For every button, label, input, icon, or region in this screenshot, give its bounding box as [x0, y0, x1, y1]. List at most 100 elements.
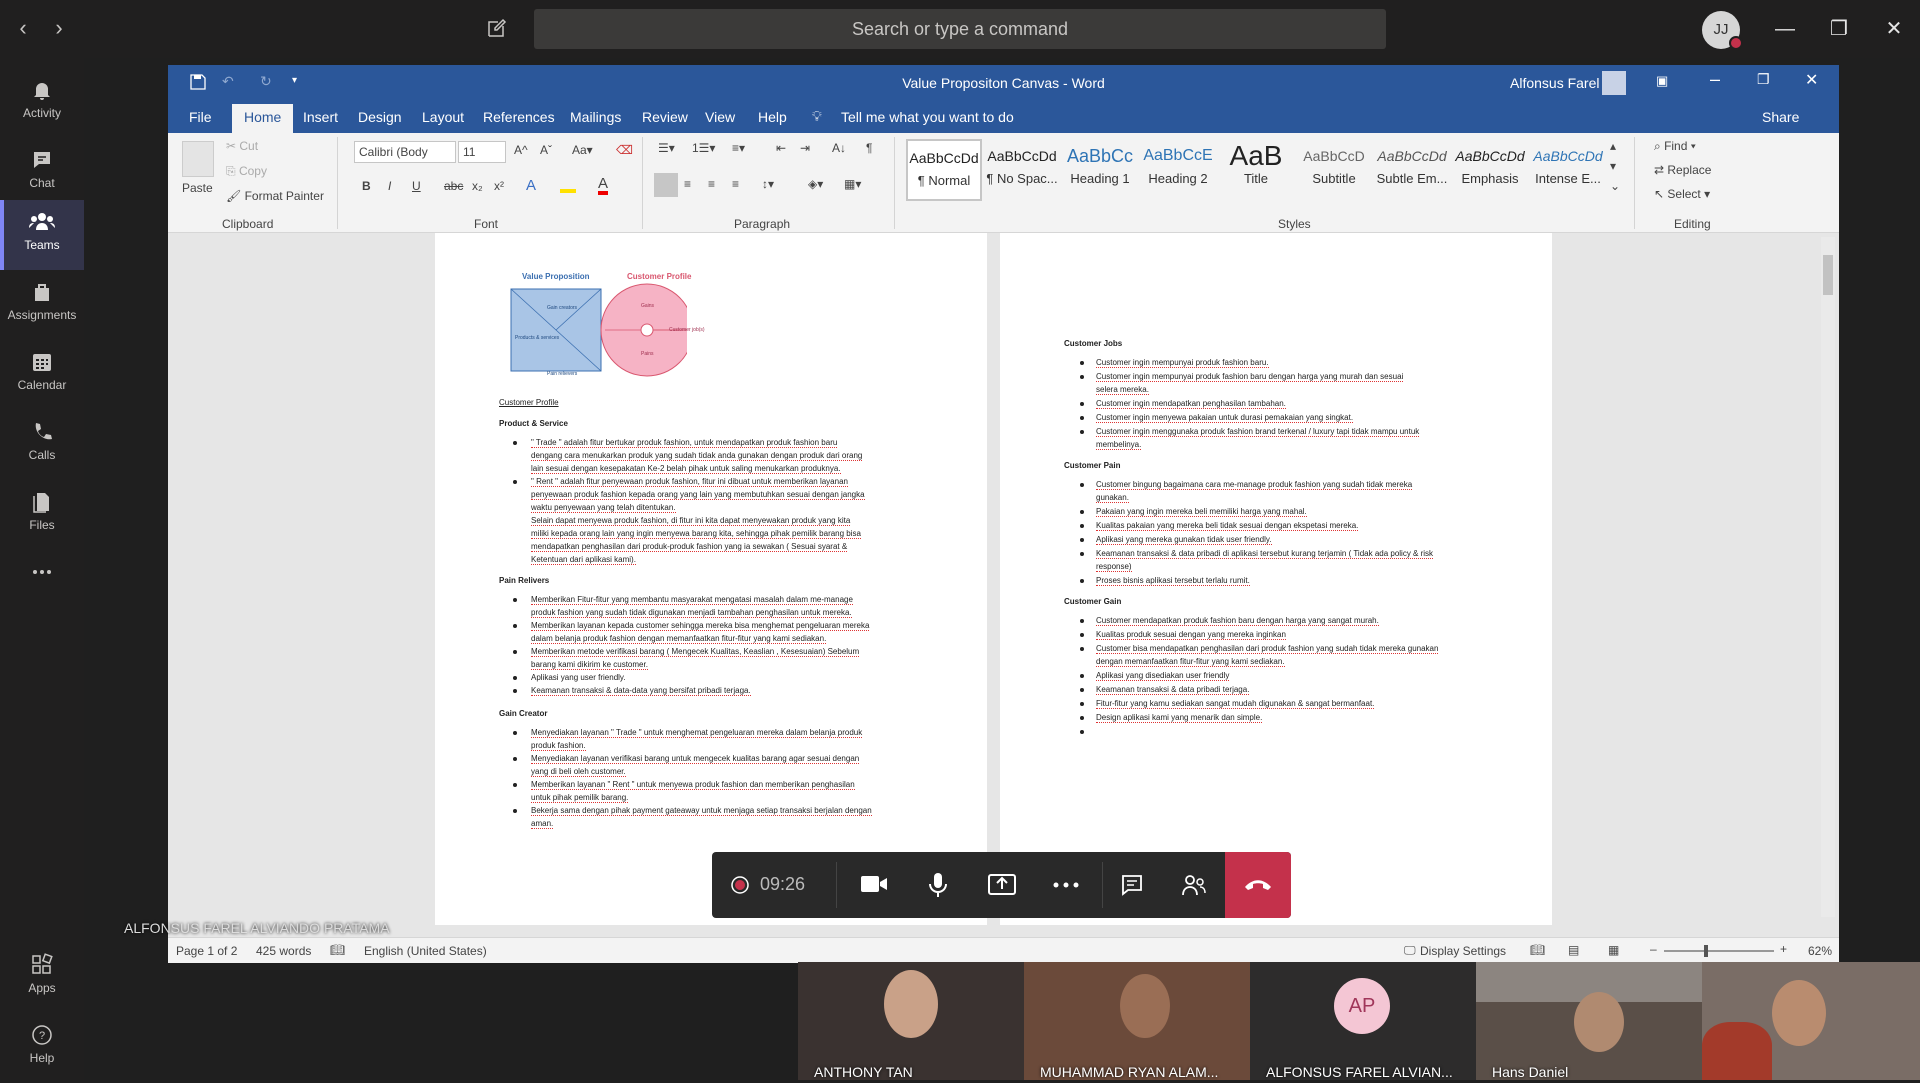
style-subtle-emphasis[interactable]: AaBbCcDd Subtle Em... — [1374, 139, 1450, 201]
minimize-icon[interactable]: – — [1710, 69, 1720, 90]
styles-scroll-down-icon[interactable]: ▾ — [1610, 159, 1616, 173]
tab-insert[interactable]: Insert — [303, 109, 338, 125]
paste-icon[interactable] — [182, 141, 214, 177]
share-screen-button[interactable] — [970, 852, 1034, 918]
tab-mailings[interactable]: Mailings — [570, 109, 621, 125]
proofing-icon[interactable]: 📖︎ — [330, 943, 345, 957]
participant-tile[interactable] — [1702, 962, 1920, 1080]
rail-item-calls[interactable]: Calls — [0, 410, 84, 480]
find-button[interactable]: ⌕ Find ▾ — [1654, 139, 1696, 154]
rail-item-teams[interactable]: Teams — [0, 200, 84, 270]
page-2[interactable]: Customer Jobs Customer ingin mempunyai p… — [1000, 233, 1552, 925]
display-settings[interactable]: Display Settings — [1420, 944, 1506, 958]
borders-icon[interactable]: ▦▾ — [844, 177, 861, 191]
zoom-level[interactable]: 62% — [1808, 944, 1832, 958]
style-intense-emphasis[interactable]: AaBbCcDd Intense E... — [1530, 139, 1606, 201]
tab-review[interactable]: Review — [642, 109, 688, 125]
language[interactable]: English (United States) — [364, 944, 487, 958]
more-actions-button[interactable] — [1034, 852, 1098, 918]
subscript-icon[interactable]: x₂ — [472, 179, 483, 193]
show-conversation-button[interactable] — [1100, 852, 1164, 918]
style-emphasis[interactable]: AaBbCcDd Emphasis — [1452, 139, 1528, 201]
user-avatar-icon[interactable] — [1602, 71, 1626, 95]
text-effects-icon[interactable]: A — [526, 177, 536, 194]
search-input[interactable]: Search or type a command — [534, 9, 1386, 49]
hang-up-button[interactable] — [1225, 852, 1291, 918]
style-no-spacing[interactable]: AaBbCcDd ¶ No Spac... — [984, 139, 1060, 201]
multilevel-list-icon[interactable]: ≡▾ — [732, 141, 745, 155]
web-layout-icon[interactable]: ▦ — [1608, 943, 1619, 957]
italic-icon[interactable]: I — [388, 179, 391, 193]
compose-icon[interactable] — [486, 17, 508, 39]
vertical-scrollbar[interactable] — [1821, 237, 1835, 917]
word-count[interactable]: 425 words — [256, 944, 311, 958]
participant-tile[interactable]: Hans Daniel — [1476, 962, 1702, 1080]
copy-button[interactable]: ⎘ Copy — [226, 164, 267, 179]
close-icon[interactable]: ✕ — [1877, 14, 1911, 44]
style-subtitle[interactable]: AaBbCcD Subtitle — [1296, 139, 1372, 201]
rail-item-help[interactable]: ? Help — [0, 1013, 84, 1083]
increase-indent-icon[interactable]: ⇥ — [800, 141, 810, 155]
styles-scroll-up-icon[interactable]: ▴ — [1610, 139, 1616, 153]
shading-icon[interactable]: ◈▾ — [808, 177, 823, 191]
tab-references[interactable]: References — [483, 109, 555, 125]
clear-formatting-icon[interactable]: ⌫ — [616, 143, 633, 157]
font-color-icon[interactable]: A — [598, 176, 609, 195]
bullets-icon[interactable]: ☰▾ — [658, 141, 675, 155]
rail-item-files[interactable]: Files — [0, 480, 84, 550]
ribbon-display-icon[interactable]: ▣ — [1656, 73, 1668, 89]
decrease-indent-icon[interactable]: ⇤ — [776, 141, 786, 155]
numbering-icon[interactable]: 1☰▾ — [692, 141, 715, 155]
close-icon[interactable]: ✕ — [1805, 70, 1818, 90]
styles-more-icon[interactable]: ⌄ — [1610, 179, 1620, 193]
shrink-font-icon[interactable]: Aˇ — [540, 143, 552, 157]
participant-tile[interactable]: ANTHONY TAN — [798, 962, 1024, 1080]
page-count[interactable]: Page 1 of 2 — [176, 944, 237, 958]
zoom-in-icon[interactable]: + — [1780, 942, 1787, 956]
rail-item-apps[interactable]: Apps — [0, 943, 84, 1013]
style-title[interactable]: AaB Title — [1218, 139, 1294, 201]
participant-tile[interactable]: AP ALFONSUS FAREL ALVIAN... — [1250, 962, 1476, 1080]
tab-layout[interactable]: Layout — [422, 109, 464, 125]
format-painter-button[interactable]: 🖌︎ Format Painter — [226, 189, 324, 203]
zoom-slider-thumb[interactable] — [1704, 945, 1708, 957]
display-settings-icon[interactable]: 🖵︎ — [1404, 943, 1416, 958]
bold-icon[interactable]: B — [362, 179, 371, 193]
strikethrough-icon[interactable]: abc — [444, 179, 463, 193]
font-name-select[interactable]: Calibri (Body — [354, 141, 456, 163]
align-center-icon[interactable]: ≡ — [684, 177, 691, 191]
rail-item-activity[interactable]: Activity — [0, 68, 84, 138]
grow-font-icon[interactable]: A^ — [514, 143, 528, 157]
rail-item-calendar[interactable]: Calendar — [0, 340, 84, 410]
highlight-icon[interactable] — [560, 179, 576, 193]
mic-button[interactable] — [906, 852, 970, 918]
show-participants-button[interactable] — [1162, 852, 1226, 918]
participant-tile[interactable]: MUHAMMAD RYAN ALAM... — [1024, 962, 1250, 1080]
style-normal[interactable]: AaBbCcDd ¶ Normal — [906, 139, 982, 201]
line-spacing-icon[interactable]: ↕▾ — [762, 177, 774, 191]
read-mode-icon[interactable]: 📖︎ — [1530, 943, 1545, 957]
zoom-slider[interactable] — [1664, 945, 1774, 957]
rail-item-chat[interactable]: Chat — [0, 138, 84, 208]
zoom-out-icon[interactable]: – — [1650, 942, 1657, 956]
sort-icon[interactable]: A↓ — [832, 141, 846, 155]
camera-button[interactable] — [842, 852, 906, 918]
minimize-icon[interactable]: — — [1768, 14, 1802, 44]
tell-me-box[interactable]: Tell me what you want to do — [841, 109, 1014, 125]
tab-help[interactable]: Help — [758, 109, 787, 125]
share-button[interactable]: Share — [1762, 109, 1799, 125]
scrollbar-thumb[interactable] — [1823, 255, 1833, 295]
cut-button[interactable]: ✂ Cut — [226, 139, 258, 153]
justify-icon[interactable]: ≡ — [732, 177, 739, 191]
tab-view[interactable]: View — [705, 109, 735, 125]
restore-icon[interactable]: ❐ — [1822, 14, 1856, 44]
paste-button[interactable]: Paste — [182, 181, 213, 195]
style-heading-1[interactable]: AaBbCc Heading 1 — [1062, 139, 1138, 201]
font-size-select[interactable]: 11 — [458, 141, 506, 163]
underline-icon[interactable]: U — [412, 179, 421, 193]
back-arrow-icon[interactable]: ‹ — [8, 14, 38, 44]
print-layout-icon[interactable]: ▤ — [1568, 943, 1579, 957]
tab-file[interactable]: File — [189, 109, 212, 125]
replace-button[interactable]: ⇄ Replace — [1654, 163, 1711, 177]
tab-design[interactable]: Design — [358, 109, 402, 125]
